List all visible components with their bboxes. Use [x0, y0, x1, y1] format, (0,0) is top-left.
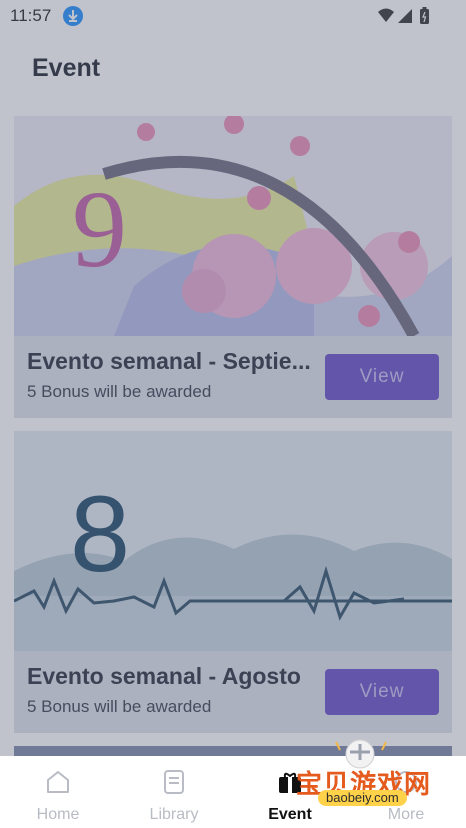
signal-icon: [398, 9, 412, 23]
card-footer: Evento semanal - Agosto 5 Bonus will be …: [14, 651, 452, 733]
nav-label: Library: [149, 806, 199, 823]
event-subtitle: 5 Bonus will be awarded: [27, 697, 212, 716]
event-banner-september: 9: [14, 116, 452, 336]
home-icon: [47, 771, 69, 793]
wifi-icon: [378, 8, 394, 22]
nav-library[interactable]: Library: [116, 762, 232, 828]
nav-label: Home: [36, 806, 80, 823]
status-icons: [376, 6, 432, 26]
event-banner-august: 8: [14, 431, 452, 651]
event-title: Evento semanal - Agosto: [27, 663, 301, 689]
view-button[interactable]: View: [325, 669, 439, 715]
nav-home[interactable]: Home: [0, 762, 116, 828]
status-bar: 11:57: [0, 0, 466, 34]
event-card[interactable]: 8 Evento semanal - Agosto 5 Bonus will b…: [14, 431, 452, 733]
battery-icon: [420, 7, 429, 24]
book-icon: [164, 770, 184, 794]
event-subtitle: 5 Bonus will be awarded: [27, 382, 212, 401]
event-card[interactable]: 9 Evento semanal - Septie... 5 Bonus wil…: [14, 116, 452, 418]
card-footer: Evento semanal - Septie... 5 Bonus will …: [14, 336, 452, 418]
page-title: Event: [32, 54, 101, 82]
download-icon: [63, 6, 83, 26]
event-number: 9: [72, 168, 127, 290]
status-time: 11:57: [10, 6, 52, 25]
event-number: 8: [70, 473, 130, 594]
event-title: Evento semanal - Septie...: [27, 348, 311, 374]
view-button[interactable]: View: [325, 354, 439, 400]
watermark-url: baobeiy.com: [318, 790, 407, 806]
